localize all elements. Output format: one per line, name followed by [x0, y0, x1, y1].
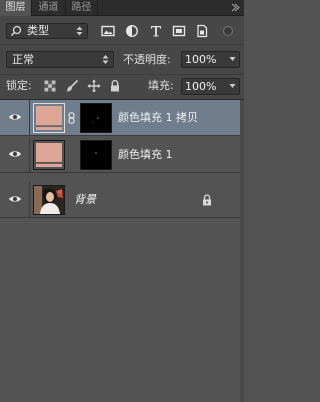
color-fill-thumbnail[interactable] [33, 103, 65, 133]
type-filter-icon[interactable] [149, 24, 163, 38]
shape-filter-icon[interactable] [172, 24, 186, 38]
fill-color-swatch [36, 143, 62, 162]
blend-mode-value: 正常 [12, 53, 34, 66]
lock-label: 锁定: [6, 79, 32, 92]
tab-channels[interactable]: 通道 [32, 0, 66, 16]
visibility-eye-icon[interactable] [8, 112, 22, 122]
layer-lock-icon [203, 194, 211, 206]
updown-arrows-icon [102, 55, 109, 64]
mask-speck-icon [92, 117, 99, 123]
layer-row-background[interactable]: 背景 [0, 182, 244, 218]
collapse-panel-icon[interactable] [231, 3, 240, 12]
layer-name[interactable]: 背景 [74, 182, 96, 218]
visibility-column-divider [29, 137, 30, 173]
adjustment-filter-icon[interactable] [125, 24, 139, 38]
fill-color-swatch [36, 106, 62, 125]
filter-kind-label: 类型 [27, 24, 49, 37]
lock-image-pixels-icon[interactable] [65, 79, 79, 93]
search-icon [10, 25, 22, 37]
blend-mode-select[interactable]: 正常 [6, 51, 114, 68]
fill-color-bar [36, 126, 62, 130]
mask-link-icon[interactable] [68, 112, 75, 124]
mask-speck-icon [95, 152, 97, 154]
lock-transparent-pixels-icon[interactable] [43, 79, 57, 93]
chevron-down-icon [229, 57, 236, 61]
layer-row-color-fill-copy[interactable]: 颜色填充 1 拷贝 [0, 100, 244, 136]
panel-tab-bar: 图层 通道 路径 [0, 0, 244, 16]
visibility-column-divider [29, 182, 30, 218]
filter-kind-select[interactable]: 类型 [6, 23, 88, 39]
visibility-eye-icon[interactable] [8, 149, 22, 159]
fill-value: 100% [185, 80, 217, 93]
fill-color-bar [36, 163, 62, 167]
tab-layers[interactable]: 图层 [0, 0, 32, 16]
opacity-value: 100% [185, 53, 217, 66]
layer-mask-thumbnail[interactable] [80, 103, 112, 133]
smart-object-filter-icon[interactable] [195, 24, 209, 38]
panel-scrollbar[interactable] [240, 100, 244, 402]
layer-mask-thumbnail[interactable] [80, 140, 112, 170]
filter-toggle-icon[interactable] [222, 25, 234, 37]
layer-row-color-fill[interactable]: 颜色填充 1 [0, 137, 244, 173]
chevron-down-icon [229, 84, 236, 88]
opacity-label: 不透明度: [123, 53, 171, 66]
opacity-input[interactable]: 100% [181, 51, 240, 68]
layer-name[interactable]: 颜色填充 1 [118, 137, 173, 173]
color-fill-thumbnail[interactable] [33, 140, 65, 170]
lock-all-icon[interactable] [108, 79, 122, 93]
layer-name[interactable]: 颜色填充 1 拷贝 [118, 100, 198, 136]
lock-position-icon[interactable] [87, 79, 101, 93]
fill-input[interactable]: 100% [181, 78, 240, 95]
visibility-column-divider [29, 100, 30, 136]
tab-paths[interactable]: 路径 [66, 0, 98, 16]
image-filter-icon[interactable] [101, 24, 115, 38]
fill-label: 填充: [148, 79, 174, 92]
visibility-eye-icon[interactable] [8, 194, 22, 204]
background-photo-thumbnail[interactable] [33, 185, 65, 215]
portrait-photo-icon [34, 186, 64, 214]
updown-arrows-icon [76, 26, 83, 36]
